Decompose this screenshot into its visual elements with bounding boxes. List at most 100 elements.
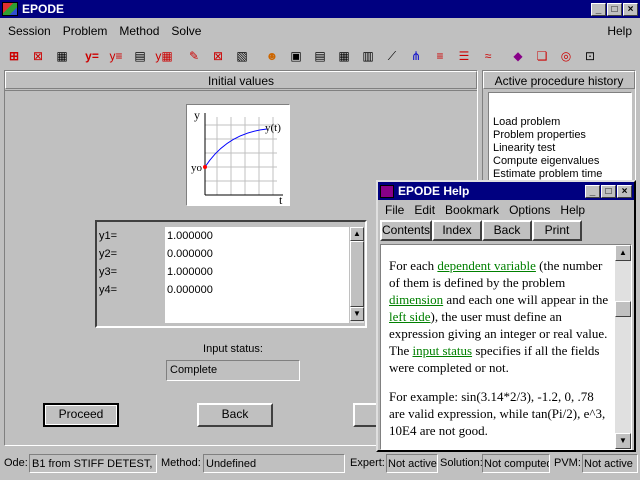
link-left-side[interactable]: left side (389, 309, 431, 324)
initial-value-illustration: y t y(t) yo (186, 104, 290, 207)
help-back-button[interactable]: Back (482, 220, 532, 241)
value-field-y1[interactable]: 1.000000 (167, 227, 349, 245)
link-dependent-variable[interactable]: dependent variable (437, 258, 536, 273)
exit-icon[interactable]: ⊡ (579, 45, 601, 67)
method-label: Method: (161, 457, 201, 469)
input-status-value: Complete (166, 360, 300, 381)
method-save-icon[interactable]: ▧ (231, 45, 253, 67)
epode-app-icon[interactable] (2, 2, 18, 16)
menu-method[interactable]: Method (113, 24, 165, 38)
toolbar: ⊞ ⊠ ▦ y= y≡ ▤ y▦ ✎ ⊠ ▧ ☻ ▣ ▤ ▦ ▥ ⟋ ⋔ ≡ ☰… (3, 42, 637, 70)
wave-icon[interactable]: ≈ (477, 45, 499, 67)
menu-session[interactable]: Session (2, 24, 57, 38)
minimize-button[interactable]: _ (591, 2, 606, 16)
curve-label: y(t) (265, 122, 281, 134)
grid-icon[interactable]: ▦ (333, 45, 355, 67)
help-content: For each dependent variable (the number … (380, 244, 632, 450)
solution-label: Solution: (440, 457, 483, 469)
history-item[interactable]: Compute eigenvalues (493, 155, 631, 168)
save-problem-icon[interactable]: ▦ (51, 45, 73, 67)
help-menu-options[interactable]: Options (504, 203, 555, 217)
proceed-button[interactable]: Proceed (43, 403, 119, 427)
pen-icon[interactable]: ✎ (183, 45, 205, 67)
matrix-icon[interactable]: ▥ (357, 45, 379, 67)
main-titlebar[interactable]: EPODE _ □ × (0, 0, 640, 18)
ivp-graph-icon: y t y(t) yo (191, 108, 283, 207)
initial-point-marker (203, 165, 207, 169)
help-paragraph-1: For each dependent variable (the number … (389, 258, 609, 375)
expert-label: Expert: (350, 457, 385, 469)
menu-solve[interactable]: Solve (165, 24, 207, 38)
help-title: EPODE Help (398, 184, 470, 198)
scroll-up-arrow[interactable]: ▲ (350, 227, 364, 241)
new-problem-icon[interactable]: ⊞ (3, 45, 25, 67)
help-book-icon[interactable] (380, 184, 394, 198)
var-label-y2: y2= (99, 248, 118, 260)
value-field-y4[interactable]: 0.000000 (167, 281, 349, 299)
help-menu-edit[interactable]: Edit (409, 203, 440, 217)
help-scroll-down[interactable]: ▼ (615, 433, 631, 449)
solution-value: Not computed (482, 454, 550, 473)
expert-person-icon[interactable]: ☻ (261, 45, 283, 67)
help-menu-bookmark[interactable]: Bookmark (440, 203, 504, 217)
history-item[interactable]: Load problem (493, 116, 631, 129)
origin-label: yo (191, 162, 203, 174)
history-item[interactable]: Problem properties (493, 129, 631, 142)
pvm-label: PVM: (554, 457, 581, 469)
ode-value: B1 from STIFF DETEST, li (29, 454, 157, 473)
link-dimension[interactable]: dimension (389, 292, 443, 307)
method-value: Undefined (203, 454, 345, 473)
initial-values-list: y1= y2= y3= y4= 1.000000 0.000000 1.0000… (95, 220, 367, 328)
help-print-button[interactable]: Print (532, 220, 582, 241)
history-item[interactable]: Linearity test (493, 142, 631, 155)
help-close-button[interactable]: × (617, 184, 632, 198)
help-index-button[interactable]: Index (432, 220, 482, 241)
value-field-y3[interactable]: 1.000000 (167, 263, 349, 281)
y-axis-label: y (194, 108, 200, 122)
compare-plot-icon[interactable]: ☰ (453, 45, 475, 67)
var-label-y4: y4= (99, 284, 118, 296)
help-scroll-up[interactable]: ▲ (615, 245, 631, 261)
link-input-status[interactable]: input status (412, 343, 472, 358)
help-menu-help[interactable]: Help (555, 203, 590, 217)
close-button[interactable]: × (623, 2, 638, 16)
values-scrollbar[interactable]: ▲ ▼ (350, 227, 364, 323)
help-paragraph-2: For example: sin(3.14*2/3), -1.2, 0, .78… (389, 389, 606, 438)
pvm-value: Not active (582, 454, 638, 473)
menu-problem[interactable]: Problem (57, 24, 114, 38)
define-equation-icon[interactable]: y= (81, 45, 103, 67)
edit-equation-icon[interactable]: y≡ (105, 45, 127, 67)
app-title: EPODE (22, 2, 65, 16)
var-label-y1: y1= (99, 230, 118, 242)
help-book-icon[interactable]: ❏ (531, 45, 553, 67)
help-titlebar[interactable]: EPODE Help _ □ × (378, 182, 634, 200)
help-scroll-thumb[interactable] (615, 301, 631, 317)
help-menu-file[interactable]: File (380, 203, 409, 217)
scroll-thumb[interactable] (350, 241, 364, 307)
back-button[interactable]: Back (197, 403, 273, 427)
help-maximize-button[interactable]: □ (601, 184, 616, 198)
load-equation-icon[interactable]: ▤ (129, 45, 151, 67)
input-status-label: Input status: (203, 343, 263, 355)
diamond-icon[interactable]: ◆ (507, 45, 529, 67)
open-problem-icon[interactable]: ⊠ (27, 45, 49, 67)
help-minimize-button[interactable]: _ (585, 184, 600, 198)
table-icon[interactable]: ▤ (309, 45, 331, 67)
method-icon[interactable]: ⊠ (207, 45, 229, 67)
maximize-button[interactable]: □ (607, 2, 622, 16)
help-scrollbar[interactable]: ▲ ▼ (615, 245, 631, 449)
line-graph-icon[interactable]: ⟋ (381, 45, 403, 67)
save-equation-icon[interactable]: y▦ (153, 45, 175, 67)
var-label-y3: y3= (99, 266, 118, 278)
help-menubar: File Edit Bookmark Options Help (378, 200, 634, 220)
initial-values-title: Initial values (5, 71, 477, 89)
value-field-y2[interactable]: 0.000000 (167, 245, 349, 263)
multi-plot-icon[interactable]: ≡ (429, 45, 451, 67)
help-contents-button[interactable]: Contents (380, 220, 432, 241)
phase-plot-icon[interactable]: ⋔ (405, 45, 427, 67)
ode-label: Ode: (4, 457, 28, 469)
computer-icon[interactable]: ▣ (285, 45, 307, 67)
menu-help[interactable]: Help (601, 24, 638, 38)
scroll-down-arrow[interactable]: ▼ (350, 307, 364, 321)
target-icon[interactable]: ◎ (555, 45, 577, 67)
